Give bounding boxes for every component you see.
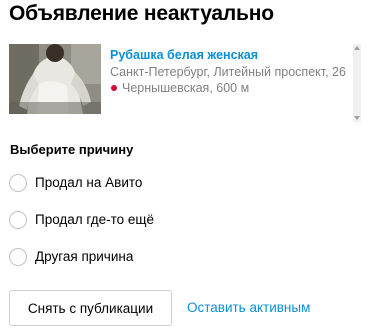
- radio-button[interactable]: [9, 174, 27, 192]
- listing-info: Рубашка белая женская Санкт-Петербург, Л…: [110, 47, 346, 96]
- scroll-down-arrow-icon[interactable]: [354, 116, 360, 120]
- metro-station-label: Чернышевская, 600 м: [122, 81, 250, 95]
- keep-active-link[interactable]: Оставить активным: [187, 299, 310, 317]
- reason-option-sold-on-avito[interactable]: Продал на Авито: [9, 173, 154, 193]
- reason-section-heading: Выберите причину: [10, 142, 134, 157]
- reason-option-label: Другая причина: [35, 249, 134, 264]
- listing-card: Рубашка белая женская Санкт-Петербург, Л…: [9, 44, 359, 114]
- reason-option-label: Продал на Авито: [35, 175, 143, 190]
- radio-button[interactable]: [9, 211, 27, 229]
- radio-button[interactable]: [9, 248, 27, 266]
- listing-thumbnail[interactable]: [9, 44, 101, 114]
- listing-title-link[interactable]: Рубашка белая женская: [110, 47, 346, 64]
- reason-option-other[interactable]: Другая причина: [9, 247, 154, 267]
- metro-dot-icon: [111, 85, 117, 91]
- page-title: Объявление неактуально: [9, 2, 274, 25]
- reason-radio-group: Продал на Авито Продал где-то ещё Другая…: [9, 173, 154, 284]
- listing-address: Санкт-Петербург, Литейный проспект, 26: [110, 65, 346, 79]
- listing-metro: Чернышевская, 600 м: [110, 80, 346, 96]
- unpublish-button[interactable]: Снять с публикации: [9, 290, 172, 326]
- scroll-up-arrow-icon[interactable]: [354, 46, 360, 50]
- listing-photo: [9, 44, 101, 114]
- reason-option-sold-elsewhere[interactable]: Продал где-то ещё: [9, 210, 154, 230]
- listing-scrollbar[interactable]: [353, 44, 361, 122]
- reason-option-label: Продал где-то ещё: [35, 212, 155, 227]
